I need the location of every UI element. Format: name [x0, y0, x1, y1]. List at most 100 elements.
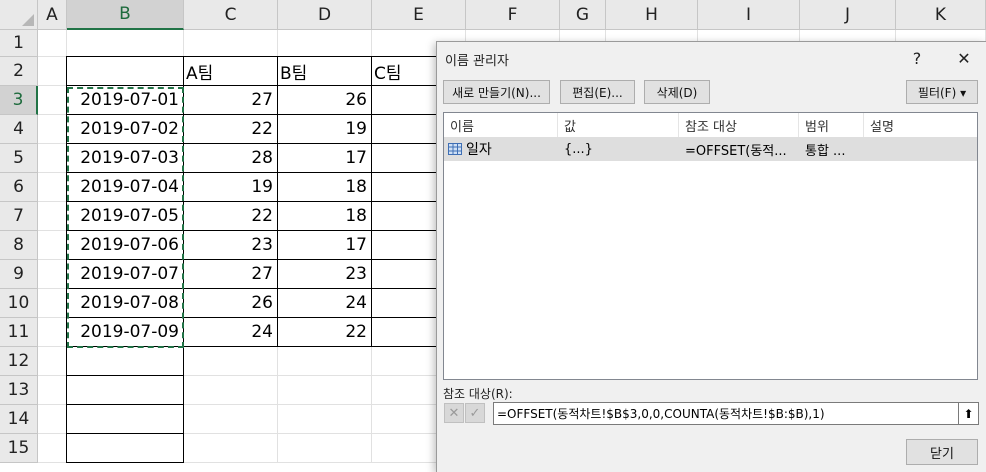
row-header-9[interactable]: 9 [0, 260, 38, 289]
help-button[interactable]: ? [902, 46, 932, 70]
col-header-comment[interactable]: 설명 [864, 113, 977, 137]
cell-c8[interactable]: 23 [183, 230, 278, 260]
cell-c6[interactable]: 19 [183, 172, 278, 202]
cell-d2[interactable]: B팀 [277, 56, 372, 86]
row-header-3[interactable]: 3 [0, 86, 38, 115]
row-header-13[interactable]: 13 [0, 376, 38, 405]
cell-b6[interactable]: 2019-07-04 [66, 172, 184, 202]
cell-a12[interactable] [38, 347, 67, 376]
cell-c1[interactable] [184, 30, 278, 57]
cell-b10[interactable]: 2019-07-08 [66, 288, 184, 318]
cell-c14[interactable] [184, 405, 278, 434]
confirm-edit-icon[interactable]: ✓ [465, 403, 485, 423]
column-header-k[interactable]: K [896, 0, 986, 30]
column-header-j[interactable]: J [800, 0, 896, 30]
select-all-corner[interactable] [0, 0, 38, 30]
row-header-10[interactable]: 10 [0, 289, 38, 318]
close-icon[interactable]: ✕ [949, 46, 979, 70]
cell-a10[interactable] [38, 289, 67, 318]
cell-d7[interactable]: 18 [277, 201, 372, 231]
cell-d14[interactable] [278, 405, 372, 434]
row-header-1[interactable]: 1 [0, 30, 38, 57]
cell-b5[interactable]: 2019-07-03 [66, 143, 184, 173]
cell-d3[interactable]: 26 [277, 85, 372, 115]
delete-button[interactable]: 삭제(D) [644, 80, 710, 104]
cell-a13[interactable] [38, 376, 67, 405]
cell-b14[interactable] [66, 404, 184, 434]
cancel-edit-icon[interactable]: ✕ [444, 403, 464, 423]
new-name-button[interactable]: 새로 만들기(N)... [443, 80, 550, 104]
cell-c7[interactable]: 22 [183, 201, 278, 231]
cell-d8[interactable]: 17 [277, 230, 372, 260]
cell-d4[interactable]: 19 [277, 114, 372, 144]
cell-c12[interactable] [184, 347, 278, 376]
row-header-11[interactable]: 11 [0, 318, 38, 347]
column-header-a[interactable]: A [38, 0, 67, 30]
cell-d11[interactable]: 22 [277, 317, 372, 347]
cell-b11[interactable]: 2019-07-09 [66, 317, 184, 347]
cell-d1[interactable] [278, 30, 372, 57]
cell-c3[interactable]: 27 [183, 85, 278, 115]
edit-button[interactable]: 편집(E)... [560, 80, 635, 104]
cell-a2[interactable] [38, 57, 67, 86]
cell-d9[interactable]: 23 [277, 259, 372, 289]
cell-a5[interactable] [38, 144, 67, 173]
cell-b3[interactable]: 2019-07-01 [66, 85, 184, 115]
cell-a15[interactable] [38, 434, 67, 463]
cell-c5[interactable]: 28 [183, 143, 278, 173]
cell-c10[interactable]: 26 [183, 288, 278, 318]
cell-d13[interactable] [278, 376, 372, 405]
refers-to-input[interactable]: =OFFSET(동적차트!$B$3,0,0,COUNTA(동적차트!$B:$B)… [493, 402, 959, 425]
row-header-8[interactable]: 8 [0, 231, 38, 260]
cell-b12[interactable] [66, 346, 184, 376]
col-header-value[interactable]: 값 [558, 113, 679, 137]
cell-d5[interactable]: 17 [277, 143, 372, 173]
list-item[interactable]: 일자 {...} =OFFSET(동적... 통합 ... [444, 137, 977, 161]
row-header-12[interactable]: 12 [0, 347, 38, 376]
column-header-i[interactable]: I [698, 0, 800, 30]
cell-b2[interactable] [66, 56, 184, 86]
cell-a14[interactable] [38, 405, 67, 434]
column-header-g[interactable]: G [560, 0, 606, 30]
column-header-h[interactable]: H [606, 0, 698, 30]
column-header-c[interactable]: C [184, 0, 278, 30]
cell-c9[interactable]: 27 [183, 259, 278, 289]
cell-c15[interactable] [184, 434, 278, 463]
column-header-e[interactable]: E [372, 0, 466, 30]
cell-a3[interactable] [38, 86, 67, 115]
filter-button[interactable]: 필터(F) ▾ [906, 80, 978, 104]
row-header-7[interactable]: 7 [0, 202, 38, 231]
row-header-6[interactable]: 6 [0, 173, 38, 202]
cell-b13[interactable] [66, 375, 184, 405]
row-header-14[interactable]: 14 [0, 405, 38, 434]
column-header-d[interactable]: D [278, 0, 372, 30]
cell-b15[interactable] [66, 433, 184, 463]
names-list[interactable]: 이름 값 참조 대상 범위 설명 일자 {...} =OFFSET(동적... … [443, 112, 978, 380]
row-header-2[interactable]: 2 [0, 57, 38, 86]
cell-a11[interactable] [38, 318, 67, 347]
cell-a6[interactable] [38, 173, 67, 202]
cell-b7[interactable]: 2019-07-05 [66, 201, 184, 231]
col-header-name[interactable]: 이름 [444, 113, 558, 137]
cell-c13[interactable] [184, 376, 278, 405]
cell-a7[interactable] [38, 202, 67, 231]
cell-a4[interactable] [38, 115, 67, 144]
cell-a8[interactable] [38, 231, 67, 260]
row-header-5[interactable]: 5 [0, 144, 38, 173]
cell-b1[interactable] [67, 30, 184, 57]
cell-b9[interactable]: 2019-07-07 [66, 259, 184, 289]
row-header-4[interactable]: 4 [0, 115, 38, 144]
cell-d15[interactable] [278, 434, 372, 463]
column-header-b[interactable]: B [67, 0, 184, 30]
cell-c2[interactable]: A팀 [183, 56, 278, 86]
row-header-15[interactable]: 15 [0, 434, 38, 463]
col-header-refers-to[interactable]: 참조 대상 [679, 113, 799, 137]
collapse-dialog-icon[interactable]: ⬆ [959, 402, 979, 425]
cell-a9[interactable] [38, 260, 67, 289]
column-header-f[interactable]: F [466, 0, 560, 30]
cell-c11[interactable]: 24 [183, 317, 278, 347]
cell-d12[interactable] [278, 347, 372, 376]
col-header-scope[interactable]: 범위 [799, 113, 864, 137]
close-button[interactable]: 닫기 [906, 439, 978, 465]
cell-b8[interactable]: 2019-07-06 [66, 230, 184, 260]
